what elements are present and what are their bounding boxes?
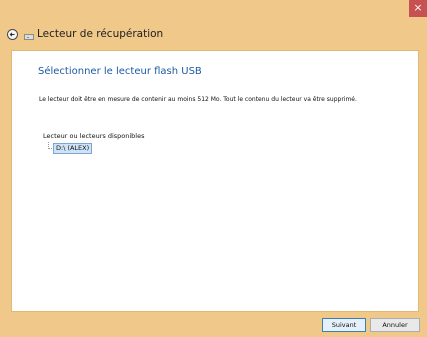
page-title: Sélectionner le lecteur flash USB (38, 66, 202, 77)
description-text: Le lecteur doit être en mesure de conten… (39, 96, 357, 103)
close-icon: × (413, 1, 423, 14)
back-button[interactable] (7, 29, 18, 40)
cancel-button[interactable]: Annuler (370, 318, 420, 332)
close-button[interactable]: × (409, 0, 427, 17)
drive-icon (24, 34, 34, 40)
drives-label: Lecteur ou lecteurs disponibles (43, 132, 145, 140)
back-arrow-icon (9, 32, 15, 37)
wizard-content: Sélectionner le lecteur flash USB Le lec… (11, 50, 419, 312)
button-bar: Suivant Annuler (0, 312, 427, 337)
drive-list-item[interactable]: D:\ (ALEX) (53, 143, 93, 154)
recovery-drive-window: × Lecteur de récupération Sélectionner l… (0, 0, 427, 337)
title-bar: Lecteur de récupération (0, 20, 427, 50)
window-title: Lecteur de récupération (37, 28, 164, 40)
next-button[interactable]: Suivant (322, 318, 366, 332)
